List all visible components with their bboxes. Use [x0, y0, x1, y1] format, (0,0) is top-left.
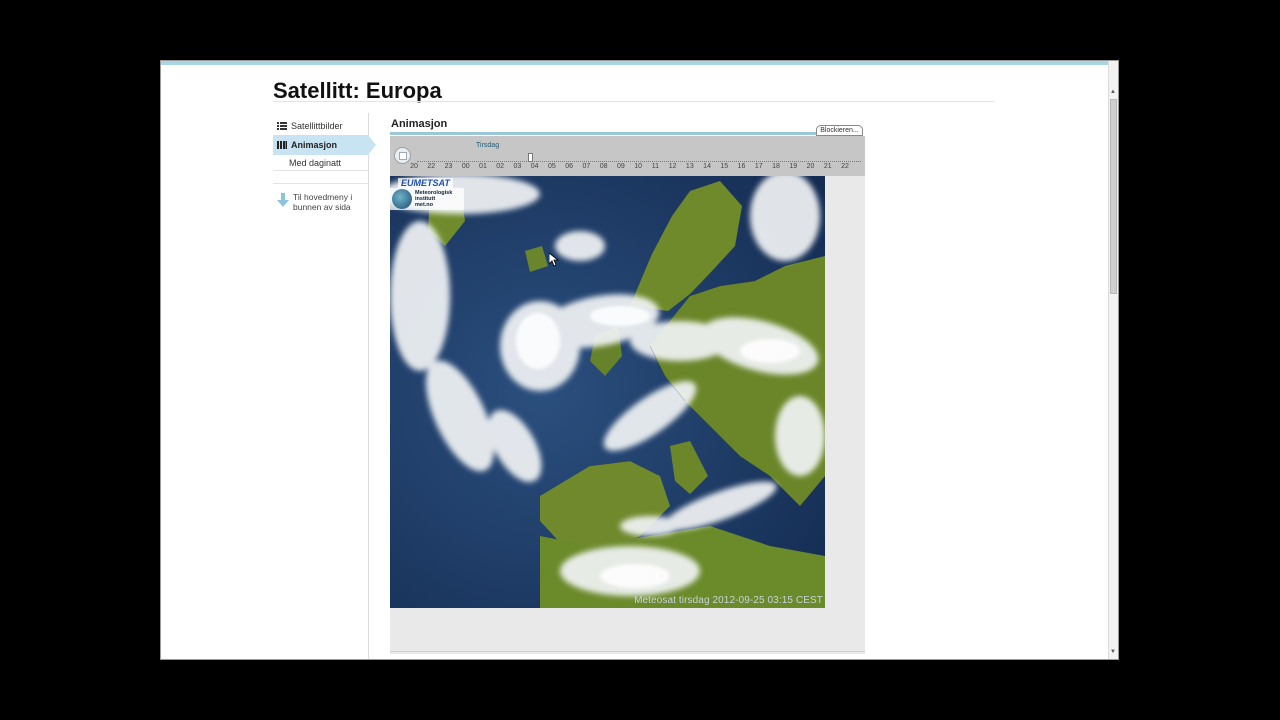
timeline-hour-label: 17 [754, 163, 763, 170]
window-top-border [161, 61, 1118, 65]
timeline-hour-label: 10 [634, 163, 642, 170]
timeline-hour-label: 00 [461, 163, 470, 170]
globe-icon [392, 189, 412, 209]
satellite-image: EUMETSAT Meteorologisk institutt met.no … [390, 176, 825, 608]
list-icon [277, 122, 287, 130]
sidebar-item-label: Med daginatt [289, 157, 342, 168]
timeline-hour-label: 20 [410, 163, 418, 170]
back-to-menu-link[interactable]: Til hovedmeny i bunnen av sida [277, 192, 367, 212]
sidebar-item-med-dagnatt[interactable]: Med daginatt [273, 155, 368, 171]
vertical-scrollbar[interactable]: ▲ ▼ [1108, 61, 1118, 659]
panel-bottom-border [390, 651, 865, 652]
met-institute-logo: Meteorologisk institutt met.no [390, 188, 464, 210]
film-icon [277, 141, 287, 149]
timeline-slider-handle[interactable] [527, 153, 533, 162]
satellite-map-graphic [390, 176, 825, 608]
timeline-hour-label: 23 [444, 163, 453, 170]
timeline-hour-label: 22 [841, 163, 849, 170]
mouse-cursor-icon [549, 253, 559, 267]
sidebar-item-satellittbilder[interactable]: Satellittbilder [273, 116, 368, 136]
timeline-hour-label: 12 [668, 163, 677, 170]
timeline-hour-label: 07 [582, 163, 591, 170]
scroll-down-arrow-icon[interactable]: ▼ [1110, 649, 1116, 655]
image-caption: Meteosat tirsdag 2012-09-25 03:15 CEST [634, 595, 823, 606]
timeline-hour-label: 06 [565, 163, 574, 170]
play-stop-button[interactable] [394, 147, 411, 164]
timeline-hour-label: 11 [651, 163, 659, 170]
animation-timeline[interactable]: Tirsdag 20 22 23 00 01 02 03 04 05 06 07 08 09 10 11 12… [390, 136, 865, 176]
timeline-hour-label: 21 [823, 163, 832, 170]
back-link-line2: bunnen av sida [293, 202, 351, 212]
timeline-track[interactable] [417, 156, 861, 162]
timeline-hour-label: 18 [772, 163, 780, 170]
arrow-down-icon [277, 193, 289, 207]
timeline-hour-label: 19 [789, 163, 798, 170]
sidebar-divider [273, 183, 368, 184]
timeline-hour-label: 08 [599, 163, 608, 170]
timeline-hour-label: 05 [548, 163, 556, 170]
scroll-up-arrow-icon[interactable]: ▲ [1110, 89, 1116, 95]
timeline-hour-label: 14 [703, 163, 711, 170]
met-logo-line3: met.no [415, 202, 434, 208]
timeline-hour-label: 04 [530, 163, 539, 170]
sidebar-item-animasjon[interactable]: Animasjon [273, 135, 376, 155]
section-title: Animasjon [391, 118, 448, 130]
sidebar-item-label: Satellittbilder [291, 121, 343, 131]
eumetsat-logo: EUMETSAT [398, 178, 453, 188]
timeline-hour-label: 09 [616, 163, 625, 170]
section-underline [390, 132, 816, 135]
sidebar-item-label: Animasjon [291, 140, 338, 150]
main-content: Animasjon Blockieren... Tirsdag 20 22 23 00… [390, 113, 866, 659]
title-divider [273, 101, 995, 102]
timeline-hour-label: 02 [496, 163, 505, 170]
timeline-day-label: Tirsdag [476, 142, 500, 149]
timeline-hour-label: 13 [685, 163, 694, 170]
timeline-hour-label: 03 [513, 163, 522, 170]
stop-icon [399, 152, 407, 160]
sidebar: Satellittbilder Animasjon Med daginatt T… [273, 113, 376, 659]
timeline-hour-label: 01 [479, 163, 487, 170]
timeline-hour-label: 15 [720, 163, 729, 170]
timeline-hour-label: 22 [427, 163, 436, 170]
timeline-hour-label: 20 [806, 163, 815, 170]
timeline-hour-label: 16 [737, 163, 746, 170]
scrollbar-thumb[interactable] [1110, 99, 1117, 294]
block-button[interactable]: Blockieren... [816, 125, 863, 136]
animation-panel: Tirsdag 20 22 23 00 01 02 03 04 05 06 07 08 09 10 11 12… [390, 136, 865, 654]
browser-window: Satellitt: Europa Satellittbilder Animas… [160, 60, 1119, 660]
back-link-line1: Til hovedmeny i [293, 192, 353, 202]
